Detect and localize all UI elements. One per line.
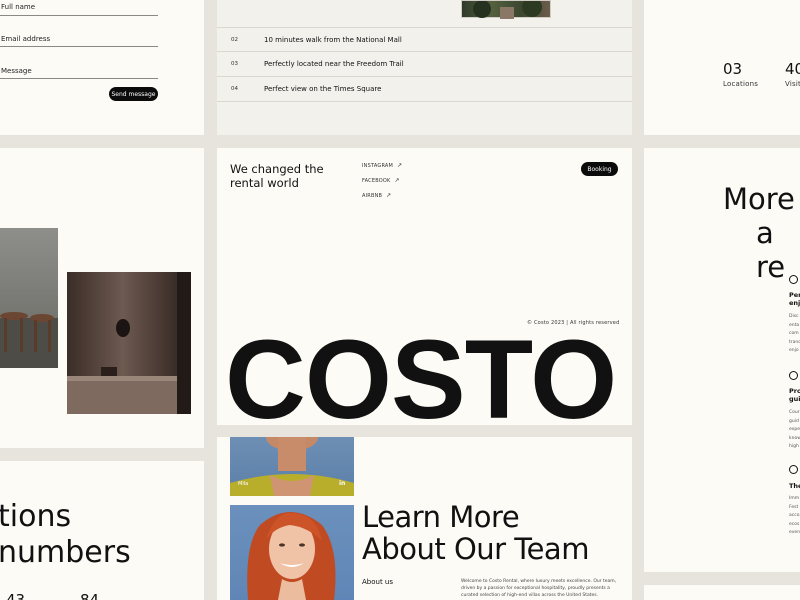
numbers-heading-line: tions xyxy=(0,499,72,534)
feature-row: 04 Perfect view on the Times Square xyxy=(217,77,632,102)
send-message-button[interactable]: Send message xyxy=(109,87,158,101)
faq-heading-line: a re xyxy=(756,216,786,284)
tagline-line: rental world xyxy=(230,176,299,190)
numbers-heading: tions numbers xyxy=(0,499,131,571)
feature-number: 03 xyxy=(231,61,238,67)
features-card: 02 10 minutes walk from the National Mal… xyxy=(217,0,632,135)
feature-number: 04 xyxy=(231,86,238,92)
stat-label-visits: Visit xyxy=(785,80,800,88)
faq-card: More a re Per enj Disc enta com tranc enjo Pr… xyxy=(644,148,800,572)
radio-icon[interactable] xyxy=(789,465,798,474)
hero-card: We changed the rental world INSTAGRAM ↗ F… xyxy=(217,148,632,425)
feature-text: 10 minutes walk from the National Mall xyxy=(264,36,402,44)
faq-item-title: The xyxy=(789,482,800,490)
arrow-up-right-icon: ↗ xyxy=(386,192,392,199)
team-heading-line: About Our Team xyxy=(362,532,589,566)
full-name-underline xyxy=(0,15,158,16)
faq-item-body: Imm Fest acco ecos even xyxy=(789,496,800,535)
email-underline xyxy=(0,46,158,47)
faq-item-body: Disc enta com tranc enjo xyxy=(789,314,800,353)
linkedin-icon[interactable]: in xyxy=(339,480,345,487)
stools-photo xyxy=(0,228,58,368)
about-us-label: About us xyxy=(362,578,394,586)
kitchen-photo xyxy=(67,272,191,414)
feature-row: 03 Perfectly located near the Freedom Tr… xyxy=(217,52,632,77)
trees-image xyxy=(473,0,542,19)
faq-heading-line: More xyxy=(723,182,795,216)
team-heading: Learn More About Our Team xyxy=(362,501,589,565)
interior-photos-card xyxy=(0,148,204,448)
message-underline xyxy=(0,78,158,79)
team-member-name: Mila xyxy=(238,481,249,487)
number-value: 43 xyxy=(6,591,26,600)
bottom-right-card xyxy=(644,585,800,600)
about-us-text: Welcome to Costo Rental, where luxury me… xyxy=(461,579,617,598)
message-field[interactable]: Message xyxy=(1,67,32,75)
contact-form-card: Full name Email address Message Send mes… xyxy=(0,0,204,135)
faq-item-title: Pro gui xyxy=(789,387,800,403)
number-value: 84 xyxy=(80,591,100,600)
team-member-photo xyxy=(247,512,336,600)
team-member-photo xyxy=(230,437,354,496)
team-member-card[interactable] xyxy=(230,505,354,600)
stats-card: 03 Locations 40 Visit xyxy=(644,0,800,135)
feature-row: 02 10 minutes walk from the National Mal… xyxy=(217,27,632,52)
stools-image xyxy=(0,312,58,368)
team-card: Mila in Learn More About Our Team About … xyxy=(217,437,632,600)
brand-wordmark: COSTO xyxy=(225,317,617,426)
stat-label-locations: Locations xyxy=(723,80,759,88)
booking-button[interactable]: Booking xyxy=(581,162,618,176)
tagline: We changed the rental world xyxy=(230,162,324,190)
feature-text: Perfectly located near the Freedom Trail xyxy=(264,60,404,68)
social-link-airbnb[interactable]: AIRBNB ↗ xyxy=(362,192,391,199)
email-field[interactable]: Email address xyxy=(1,35,50,43)
social-link-facebook[interactable]: FACEBOOK ↗ xyxy=(362,177,400,184)
stat-value-visits: 40 xyxy=(785,60,800,78)
arrow-up-right-icon: ↗ xyxy=(397,162,403,169)
faq-heading: More a re xyxy=(723,182,800,284)
stat-value-locations: 03 xyxy=(723,60,743,78)
numbers-heading-line: numbers xyxy=(0,535,131,570)
feature-number: 02 xyxy=(231,37,238,43)
villa-photo xyxy=(461,0,551,19)
tagline-line: We changed the xyxy=(230,162,324,176)
team-member-card[interactable]: Mila in xyxy=(230,437,354,496)
faq-item-title: Per enj xyxy=(789,291,800,307)
numbers-card: tions numbers 43 84 xyxy=(0,461,204,600)
arrow-up-right-icon: ↗ xyxy=(394,177,400,184)
team-heading-line: Learn More xyxy=(362,500,520,534)
radio-icon[interactable] xyxy=(789,275,798,284)
faq-item-body: Cour guid expe know high xyxy=(789,410,800,449)
radio-icon[interactable] xyxy=(789,371,798,380)
kitchen-image xyxy=(67,272,191,414)
feature-text: Perfect view on the Times Square xyxy=(264,85,382,93)
social-link-instagram[interactable]: INSTAGRAM ↗ xyxy=(362,162,402,169)
full-name-field[interactable]: Full name xyxy=(1,3,35,11)
